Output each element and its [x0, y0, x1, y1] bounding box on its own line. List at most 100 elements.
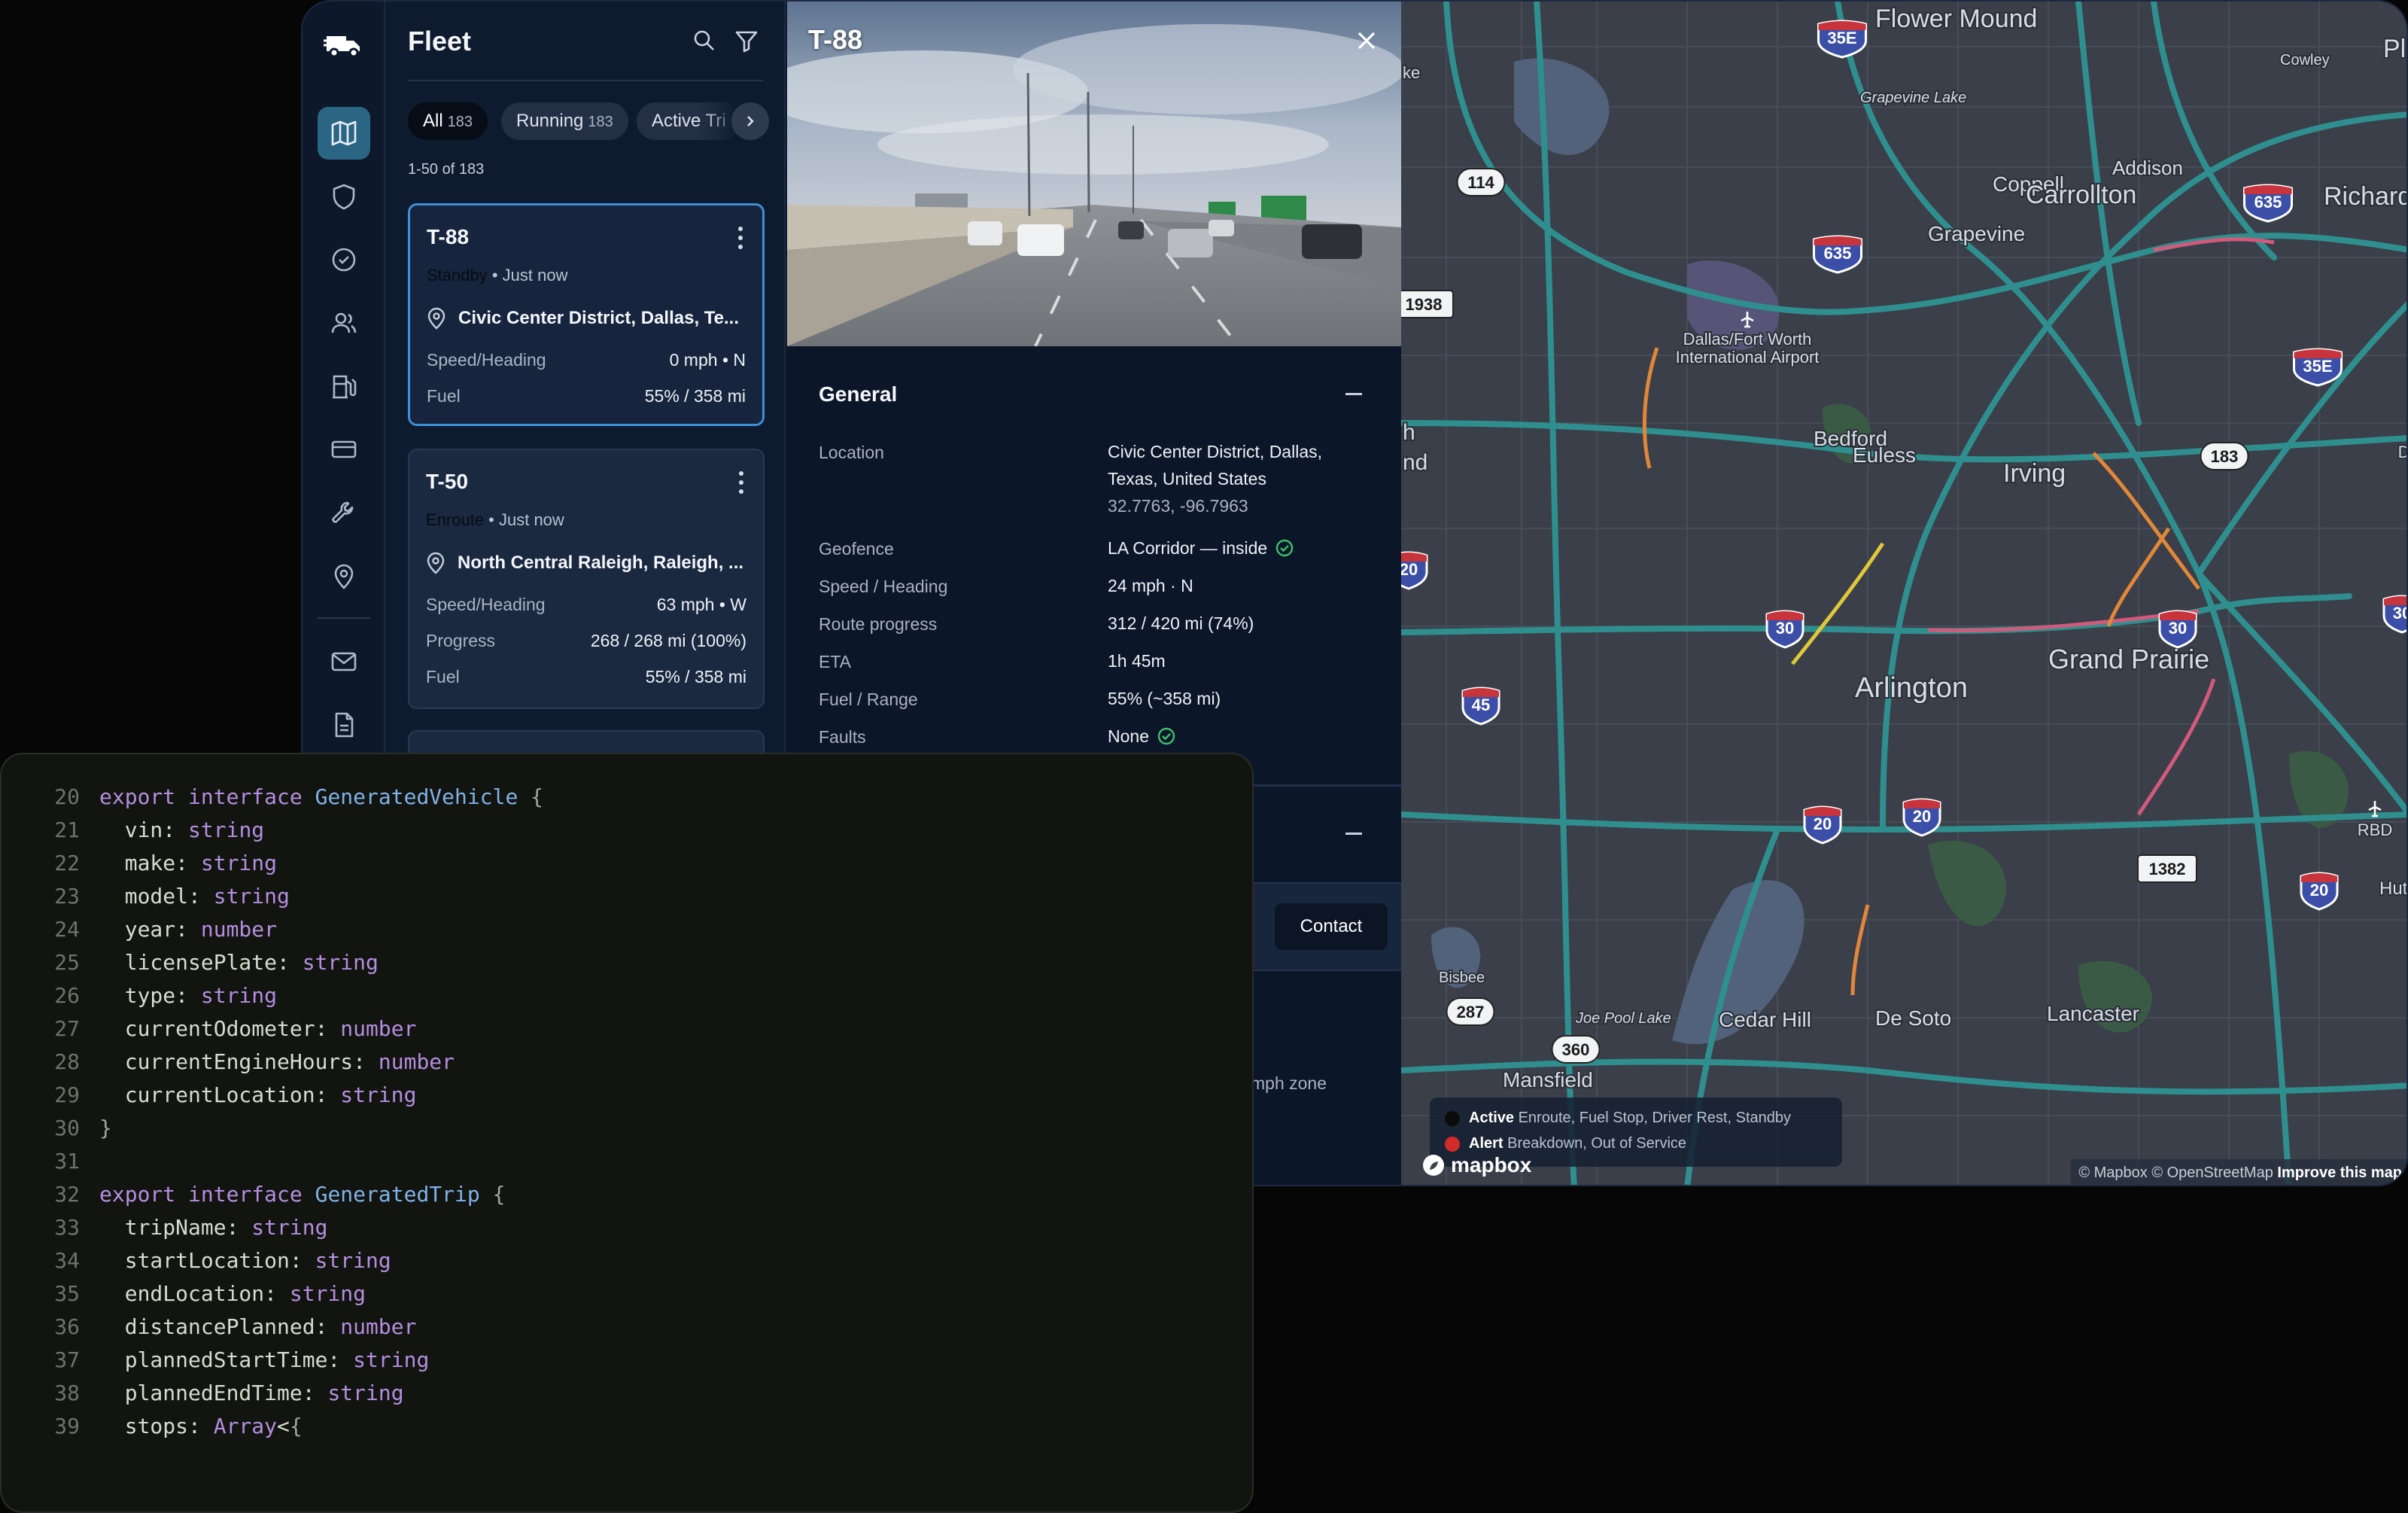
place-label: Mansfield — [1503, 1068, 1593, 1091]
metric-row: Speed/Heading 0 mph • N — [427, 350, 746, 373]
route-shield: 1382 — [2137, 854, 2197, 883]
location-pin-icon — [334, 564, 354, 589]
nav-compliance[interactable] — [318, 233, 370, 286]
mapbox-logo[interactable]: mapbox — [1421, 1152, 1531, 1179]
map-attribution[interactable]: © Mapbox © OpenStreetMap Improve this ma… — [2071, 1159, 2406, 1185]
legend-desc: Enroute, Fuel Stop, Driver Rest, Standby — [1518, 1110, 1791, 1126]
line-number: 30 — [54, 1116, 80, 1140]
metric-value: 0 mph • N — [669, 350, 746, 370]
place-label: Pl — [2383, 35, 2406, 63]
search-icon[interactable] — [691, 27, 718, 54]
route-shield: 635 — [2243, 184, 2293, 223]
nav-locations[interactable] — [318, 549, 370, 602]
place-label: h — [1403, 420, 1415, 445]
mapbox-wordmark: mapbox — [1451, 1153, 1532, 1177]
vehicle-status: Enroute • Just now — [426, 510, 564, 530]
place-label: Joe Pool Lake — [1575, 1010, 1671, 1027]
map-canvas[interactable]: Flower MoundGrapevine LakeCoppellCarroll… — [1401, 2, 2408, 1185]
place-label: nd — [1403, 450, 1427, 475]
line-number: 22 — [54, 851, 80, 875]
nav-map[interactable] — [318, 107, 370, 160]
metric-row: Fuel 55% / 358 mi — [427, 386, 746, 409]
check-circle-icon — [1157, 727, 1175, 745]
more-options-icon[interactable] — [737, 225, 744, 251]
route-shield-label: 30 — [2393, 604, 2408, 623]
mail-icon — [331, 652, 357, 671]
location-value: Civic Center District, Dallas, Texas, Un… — [1108, 442, 1322, 489]
vehicle-id: T-50 — [426, 470, 469, 493]
line-number: 23 — [54, 884, 80, 909]
vehicle-id: T-88 — [427, 225, 470, 248]
nav-documents[interactable] — [318, 699, 370, 751]
metric-label: Progress — [426, 631, 496, 650]
line-number: 32 — [54, 1182, 80, 1207]
document-icon — [335, 712, 354, 738]
place-label: Hutchins — [2379, 878, 2408, 899]
collapse-general-button[interactable] — [1345, 393, 1362, 395]
attribution-text[interactable]: © Mapbox © OpenStreetMap — [2078, 1164, 2273, 1181]
chip-all[interactable]: All 183 — [408, 102, 488, 140]
route-shield-label: 20 — [1814, 814, 1832, 833]
map-view[interactable]: Flower Mound Grapevine Lake Coppell Carroll… — [1401, 2, 2408, 1185]
code-line: currentOdometer: number — [99, 1016, 417, 1041]
code-line: year: number — [99, 917, 278, 942]
line-number: 29 — [54, 1082, 80, 1107]
route-shield-label: 20 — [2310, 881, 2328, 900]
filter-icon[interactable] — [733, 27, 760, 54]
code-line: currentLocation: string — [99, 1082, 417, 1107]
dashcam-image — [787, 2, 1401, 346]
vehicle-card[interactable]: T-88 Standby • Just now Civic Center Dis… — [408, 203, 765, 426]
improve-map-link[interactable]: Improve this map — [2277, 1164, 2402, 1181]
kv-value: LA Corridor — inside — [1108, 534, 1371, 562]
more-options-icon[interactable] — [737, 470, 745, 495]
collapse-driver-button[interactable] — [1345, 833, 1362, 835]
vehicle-card[interactable]: T-50 Enroute • Just now North Central Ra… — [408, 449, 765, 709]
route-shield: 45 — [1461, 686, 1500, 726]
metric-row: Fuel 55% / 358 mi — [426, 667, 746, 690]
metric-label: Fuel — [427, 386, 461, 406]
legend-active: Active Enroute, Fuel Stop, Driver Rest, … — [1469, 1110, 1791, 1127]
nav-drivers[interactable] — [318, 297, 370, 349]
place-label: Grapevine Lake — [1860, 90, 1966, 106]
updated-text: • Just now — [484, 510, 564, 529]
code-line: export interface GeneratedTrip { — [99, 1182, 506, 1207]
faults-value: None — [1108, 726, 1149, 746]
truck-logo-icon[interactable] — [324, 24, 364, 65]
code-line: plannedEndTime: string — [99, 1381, 404, 1405]
route-shield-label: 114 — [1467, 173, 1494, 192]
nav-fuel[interactable] — [318, 360, 370, 412]
close-icon[interactable] — [1353, 27, 1380, 54]
code-editor[interactable]: 20 export interface GeneratedVehicle {21 … — [0, 753, 1254, 1513]
chip-running[interactable]: Running 183 — [501, 102, 628, 140]
kv-value: None — [1108, 723, 1371, 750]
nav-maintenance[interactable] — [318, 486, 370, 539]
code-line: model: string — [99, 884, 290, 909]
kv-label: Speed / Heading — [819, 577, 948, 596]
line-number: 34 — [54, 1248, 80, 1273]
kv-label: Faults — [819, 727, 866, 747]
place-label: Irving — [2003, 459, 2066, 488]
line-number: 39 — [54, 1414, 80, 1438]
coordinates-value: 32.7763, -96.7963 — [1108, 496, 1248, 516]
route-shield-label: 35E — [2303, 357, 2332, 376]
contact-button[interactable]: Contact — [1275, 903, 1388, 950]
vehicle-location: Civic Center District, Dallas, Te... — [427, 306, 747, 330]
route-shield-label: 287 — [1457, 1003, 1485, 1021]
rail-divider — [318, 617, 370, 619]
route-shield-label: 183 — [2211, 447, 2239, 466]
nav-messages[interactable] — [318, 635, 370, 688]
place-label: Flower Mound — [1875, 5, 2037, 33]
legend-label: Alert — [1469, 1135, 1503, 1152]
route-shield-label: 360 — [1562, 1040, 1590, 1059]
chip-count: 183 — [447, 114, 473, 130]
chip-label: All — [423, 111, 443, 131]
nav-safety[interactable] — [318, 170, 370, 223]
legend-label: Active — [1469, 1110, 1515, 1126]
route-shield: 20 — [1803, 805, 1842, 845]
nav-billing[interactable] — [318, 423, 370, 476]
chevron-right-icon — [747, 116, 754, 126]
geofence-value: LA Corridor — inside — [1108, 538, 1268, 558]
chips-scroll-right[interactable] — [731, 102, 769, 140]
place-label: Carrollton — [2026, 181, 2136, 209]
place-label: DAL — [2398, 443, 2408, 461]
